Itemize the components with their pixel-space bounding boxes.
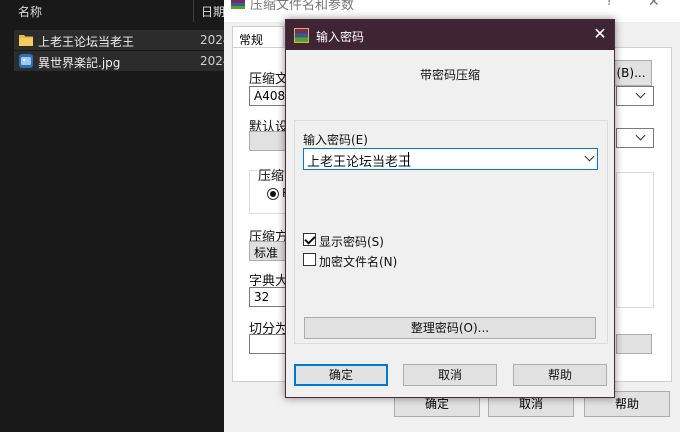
file-name: 異世界楽記.jpg <box>38 56 121 70</box>
archive-format-group-label: 压缩 <box>258 165 285 184</box>
jpg-file-icon <box>19 54 33 68</box>
chevron-down-icon <box>635 88 646 99</box>
organize-passwords-button[interactable]: 整理密码(O)... <box>304 317 596 339</box>
profiles-button[interactable] <box>249 131 289 151</box>
file-row-jpg[interactable]: 異世界楽記.jpg 2024 <box>14 51 230 71</box>
split-volumes-input[interactable] <box>249 334 289 354</box>
archive-name-combo-tail[interactable] <box>616 86 654 106</box>
file-explorer-pane: 名称 日期 上老王论坛当老王 2024 異世界楽記.jpg 2024 <box>0 0 230 432</box>
winrar-logo-icon <box>294 28 309 43</box>
password-dialog-title: 输入密码 <box>316 30 365 44</box>
chevron-down-icon <box>635 130 646 141</box>
update-mode-combo-tail[interactable] <box>616 128 654 148</box>
tab-general[interactable]: 常规 <box>232 26 284 48</box>
close-icon[interactable]: ✕ <box>648 0 660 10</box>
encrypt-filenames-label[interactable]: 加密文件名(N) <box>319 253 397 270</box>
chevron-down-icon[interactable] <box>584 151 595 162</box>
enter-password-dialog: 输入密码 ✕ 带密码压缩 输入密码(E) 上老王论坛当老王 显示密码(S) 加密… <box>285 19 615 398</box>
password-dialog-subtitle: 带密码压缩 <box>419 68 480 82</box>
column-divider[interactable] <box>193 0 194 22</box>
password-value: 上老王论坛当老王 <box>307 155 412 170</box>
archive-options-group <box>616 172 654 308</box>
password-help-button[interactable]: 帮助 <box>513 364 607 386</box>
archive-format-group: 压缩 R <box>249 165 290 214</box>
password-ok-button[interactable]: 确定 <box>294 364 388 386</box>
winrar-logo-icon <box>231 0 245 9</box>
folder-icon <box>19 35 33 46</box>
text-caret <box>408 152 409 166</box>
archive-name-label: 压缩文 <box>249 72 289 87</box>
password-cancel-button[interactable]: 取消 <box>403 364 497 386</box>
help-icon[interactable]: ? <box>606 0 613 9</box>
tab-general-label: 常规 <box>239 33 264 47</box>
encrypt-filenames-checkbox[interactable] <box>303 253 316 266</box>
file-row-folder[interactable]: 上老王论坛当老王 2024 <box>14 30 230 50</box>
close-icon[interactable]: ✕ <box>592 26 608 42</box>
browse-button[interactable]: (B)... <box>610 60 652 86</box>
set-password-button-tail[interactable] <box>616 334 652 354</box>
password-dialog-titlebar[interactable]: 输入密码 ✕ <box>286 20 614 50</box>
column-header-date[interactable]: 日期 <box>201 3 225 20</box>
compression-method-select[interactable]: 标准 <box>249 241 289 261</box>
file-list-header: 名称 日期 <box>0 0 230 22</box>
file-name: 上老王论坛当老王 <box>38 35 135 49</box>
password-combo-input[interactable]: 上老王论坛当老王 <box>303 148 598 170</box>
format-rar-radio[interactable] <box>267 188 279 200</box>
show-password-label[interactable]: 显示密码(S) <box>319 233 384 250</box>
dictionary-size-select[interactable]: 32 <box>249 287 289 307</box>
archive-dialog-title: 压缩文件名和参数 <box>250 0 355 13</box>
password-label: 输入密码(E) <box>303 133 368 147</box>
column-header-name[interactable]: 名称 <box>18 3 42 20</box>
show-password-checkbox[interactable] <box>303 233 316 246</box>
